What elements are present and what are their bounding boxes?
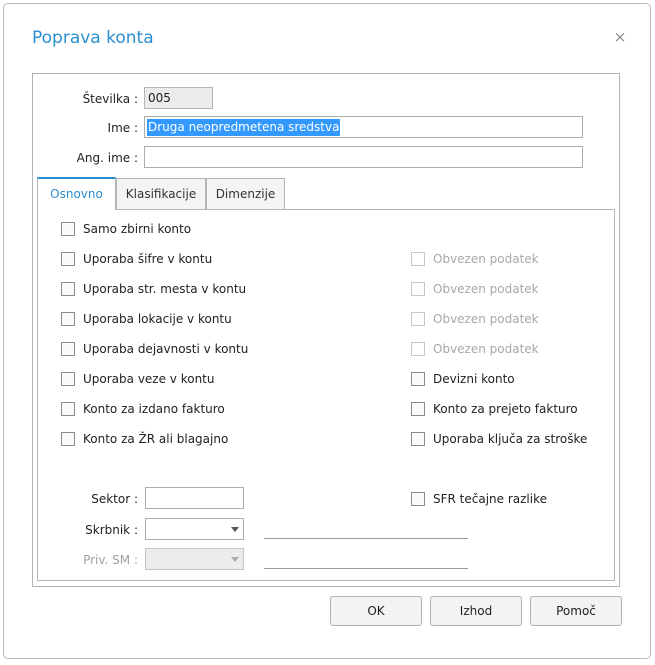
tab-osnovno[interactable]: Osnovno [37, 177, 116, 210]
label-izdano-fakturo: Konto za izdano fakturo [83, 402, 225, 416]
label-obvezen-lokacija: Obvezen podatek [433, 312, 539, 326]
skrbnik-name-line [264, 538, 468, 539]
label-prejeto-fakturo: Konto za prejeto fakturo [433, 402, 578, 416]
checkbox-sfr-tecajne[interactable] [411, 492, 425, 506]
ime-label: Ime : [107, 121, 138, 135]
priv-sm-label: Priv. SM : [83, 553, 138, 567]
tab-dimenzije[interactable]: Dimenzije [206, 178, 285, 209]
checkbox-uporaba-dejavnosti[interactable] [61, 342, 75, 356]
checkbox-devizni-konto[interactable] [411, 372, 425, 386]
ime-field[interactable]: Druga neopredmetena sredstva [144, 116, 583, 138]
sektor-field[interactable] [145, 487, 244, 509]
label-uporaba-sifre: Uporaba šifre v kontu [83, 252, 213, 266]
checkbox-prejeto-fakturo[interactable] [411, 402, 425, 416]
checkbox-obvezen-lokacija[interactable] [411, 312, 425, 326]
label-samo-zbirni-konto: Samo zbirni konto [83, 222, 192, 236]
label-uporaba-veze: Uporaba veze v kontu [83, 372, 215, 386]
ang-ime-label: Ang. ime : [76, 151, 138, 165]
close-icon[interactable]: × [612, 29, 628, 45]
label-zr-blagajno: Konto za ŽR ali blagajno [83, 432, 229, 446]
skrbnik-label: Skrbnik : [85, 523, 138, 537]
priv-sm-name-line [264, 568, 468, 569]
label-uporaba-lokacije: Uporaba lokacije v kontu [83, 312, 232, 326]
tab-klasifikacije[interactable]: Klasifikacije [116, 178, 206, 209]
checkbox-uporaba-str-mesta[interactable] [61, 282, 75, 296]
checkbox-obvezen-sifra[interactable] [411, 252, 425, 266]
sektor-label: Sektor : [91, 492, 138, 506]
label-uporaba-str-mesta: Uporaba str. mesta v kontu [83, 282, 247, 296]
ang-ime-field[interactable] [144, 146, 583, 168]
checkbox-zr-blagajno[interactable] [61, 432, 75, 446]
checkbox-kljuc-stroske[interactable] [411, 432, 425, 446]
ok-button[interactable]: OK [330, 596, 422, 626]
checkbox-izdano-fakturo[interactable] [61, 402, 75, 416]
izhod-button[interactable]: Izhod [430, 596, 522, 626]
checkbox-obvezen-dejavnost[interactable] [411, 342, 425, 356]
skrbnik-select[interactable] [145, 518, 244, 540]
label-sfr-tecajne: SFR tečajne razlike [433, 492, 548, 506]
priv-sm-select[interactable] [145, 548, 244, 570]
dialog-title: Poprava konta [32, 28, 154, 48]
checkbox-uporaba-veze[interactable] [61, 372, 75, 386]
chevron-down-icon [231, 557, 239, 562]
chevron-down-icon [231, 527, 239, 532]
label-obvezen-sifra: Obvezen podatek [433, 252, 539, 266]
checkbox-obvezen-str-mesto[interactable] [411, 282, 425, 296]
checkbox-samo-zbirni-konto[interactable] [61, 222, 75, 236]
label-obvezen-dejavnost: Obvezen podatek [433, 342, 539, 356]
stevilka-label: Številka : [82, 92, 138, 106]
label-kljuc-stroske: Uporaba ključa za stroške [433, 432, 588, 446]
label-devizni-konto: Devizni konto [433, 372, 515, 386]
label-uporaba-dejavnosti: Uporaba dejavnosti v kontu [83, 342, 249, 356]
label-obvezen-str-mesto: Obvezen podatek [433, 282, 539, 296]
stevilka-field[interactable]: 005 [144, 87, 213, 109]
checkbox-uporaba-sifre[interactable] [61, 252, 75, 266]
ime-selected-text: Druga neopredmetena sredstva [147, 119, 341, 136]
pomoc-button[interactable]: Pomoč [530, 596, 622, 626]
checkbox-uporaba-lokacije[interactable] [61, 312, 75, 326]
